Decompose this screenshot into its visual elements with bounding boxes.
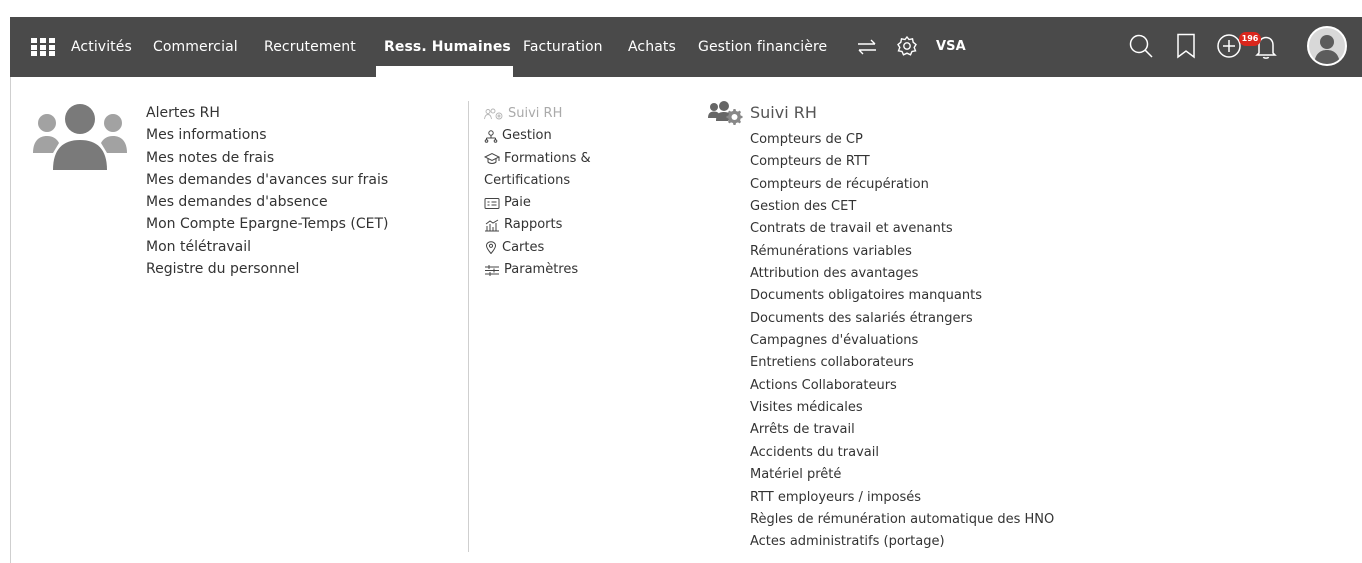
module-formations[interactable]: Formations & xyxy=(484,148,591,170)
apps-grid-icon[interactable] xyxy=(31,38,55,57)
menu-item-mes-demandes-avances[interactable]: Mes demandes d'avances sur frais xyxy=(146,169,389,191)
users-gear-icon xyxy=(708,101,743,125)
module-formations-label: Formations & xyxy=(504,150,591,166)
suivi-item-remunerations-variables[interactable]: Rémunérations variables xyxy=(750,241,1054,263)
suivi-item-campagnes-evaluations[interactable]: Campagnes d'évaluations xyxy=(750,330,1054,352)
user-avatar[interactable] xyxy=(1307,26,1347,66)
nav-gestion-financiere[interactable]: Gestion financière xyxy=(698,17,827,77)
nav-recrutement[interactable]: Recrutement xyxy=(264,17,356,77)
menu-left-border xyxy=(10,77,11,563)
module-rapports[interactable]: Rapports xyxy=(484,214,591,236)
sliders-icon xyxy=(485,264,499,276)
suivi-item-compteurs-rtt[interactable]: Compteurs de RTT xyxy=(750,151,1054,173)
module-certifications[interactable]: Certifications xyxy=(484,170,591,192)
search-icon[interactable] xyxy=(1128,33,1154,59)
notifications-badge: 196 xyxy=(1239,32,1261,46)
users-group-icon xyxy=(33,104,127,170)
suivi-item-compteurs-recuperation[interactable]: Compteurs de récupération xyxy=(750,174,1054,196)
nav-commercial[interactable]: Commercial xyxy=(153,17,238,77)
modules-menu-list: Suivi RH Gestion Formations & Certificat… xyxy=(484,103,591,281)
suivi-item-rtt-employeurs[interactable]: RTT employeurs / imposés xyxy=(750,487,1054,509)
org-chart-icon xyxy=(484,130,498,143)
module-suivi-rh-label: Suivi RH xyxy=(508,106,563,121)
module-certifications-label: Certifications xyxy=(484,172,571,188)
suivi-item-contrats-travail[interactable]: Contrats de travail et avenants xyxy=(750,218,1054,240)
suivi-item-actes-administratifs[interactable]: Actes administratifs (portage) xyxy=(750,531,1054,553)
suivi-item-arrets-travail[interactable]: Arrêts de travail xyxy=(750,419,1054,441)
module-paie[interactable]: Paie xyxy=(484,192,591,214)
suivi-item-compteurs-cp[interactable]: Compteurs de CP xyxy=(750,129,1054,151)
menu-item-alertes-rh[interactable]: Alertes RH xyxy=(146,102,389,124)
suivi-item-documents-manquants[interactable]: Documents obligatoires manquants xyxy=(750,285,1054,307)
module-cartes-label: Cartes xyxy=(502,239,545,255)
menu-item-mes-informations[interactable]: Mes informations xyxy=(146,124,389,146)
suivi-rh-title: Suivi RH xyxy=(750,103,817,122)
module-parametres-label: Paramètres xyxy=(504,262,579,278)
module-gestion-label: Gestion xyxy=(502,128,552,144)
report-chart-icon xyxy=(485,219,499,232)
menu-item-mes-demandes-absence[interactable]: Mes demandes d'absence xyxy=(146,191,389,213)
suivi-item-entretiens-collaborateurs[interactable]: Entretiens collaborateurs xyxy=(750,352,1054,374)
gear-icon[interactable] xyxy=(896,35,918,57)
graduation-cap-icon xyxy=(484,153,500,165)
map-pin-icon xyxy=(485,241,497,255)
module-rapports-label: Rapports xyxy=(504,217,563,233)
menu-item-mes-notes-de-frais[interactable]: Mes notes de frais xyxy=(146,147,389,169)
suivi-item-actions-collaborateurs[interactable]: Actions Collaborateurs xyxy=(750,375,1054,397)
module-cartes[interactable]: Cartes xyxy=(484,237,591,259)
suivi-item-materiel-prete[interactable]: Matériel prêté xyxy=(750,464,1054,486)
suivi-item-gestion-cet[interactable]: Gestion des CET xyxy=(750,196,1054,218)
suivi-item-attribution-avantages[interactable]: Attribution des avantages xyxy=(750,263,1054,285)
module-paie-label: Paie xyxy=(504,195,531,211)
module-gestion[interactable]: Gestion xyxy=(484,125,591,147)
module-parametres[interactable]: Paramètres xyxy=(484,259,591,281)
suivi-item-visites-medicales[interactable]: Visites médicales xyxy=(750,397,1054,419)
menu-item-registre-du-personnel[interactable]: Registre du personnel xyxy=(146,258,389,280)
module-suivi-rh[interactable]: Suivi RH xyxy=(484,103,591,125)
menu-item-compte-epargne-temps[interactable]: Mon Compte Epargne-Temps (CET) xyxy=(146,213,389,235)
swap-arrows-icon[interactable] xyxy=(856,37,878,57)
suivi-item-documents-etrangers[interactable]: Documents des salariés étrangers xyxy=(750,308,1054,330)
payslip-icon xyxy=(484,197,500,209)
nav-facturation[interactable]: Facturation xyxy=(523,17,603,77)
nav-vsa[interactable]: VSA xyxy=(936,17,966,77)
column-divider xyxy=(468,101,469,552)
nav-achats[interactable]: Achats xyxy=(628,17,676,77)
active-tab-indicator xyxy=(376,66,513,77)
bookmark-icon[interactable] xyxy=(1175,33,1197,59)
top-navigation-bar: Activités Commercial Recrutement Ress. H… xyxy=(10,17,1362,77)
users-gear-icon xyxy=(484,108,503,120)
nav-activites[interactable]: Activités xyxy=(71,17,132,77)
menu-item-mon-teletravail[interactable]: Mon télétravail xyxy=(146,236,389,258)
suivi-rh-list: Compteurs de CP Compteurs de RTT Compteu… xyxy=(750,129,1054,554)
suivi-item-accidents-travail[interactable]: Accidents du travail xyxy=(750,442,1054,464)
personal-menu-list: Alertes RH Mes informations Mes notes de… xyxy=(146,102,389,280)
suivi-item-regles-remuneration-hno[interactable]: Règles de rémunération automatique des H… xyxy=(750,509,1054,531)
